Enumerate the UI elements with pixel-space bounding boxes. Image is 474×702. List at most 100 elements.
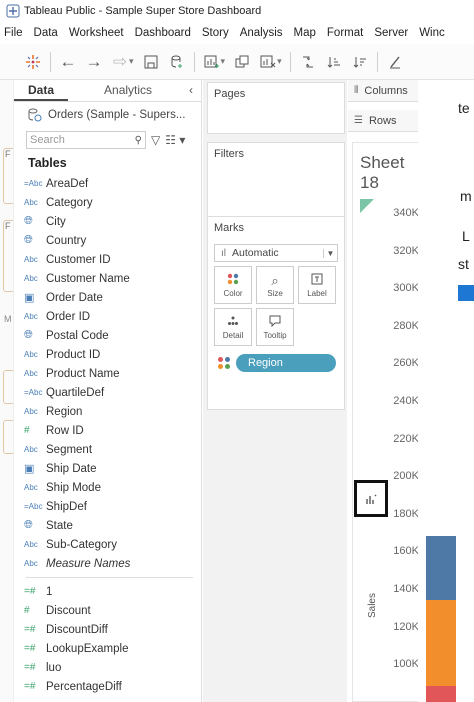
field-name: State xyxy=(46,519,73,532)
field-item[interactable]: Abc Ship Mode xyxy=(14,478,201,497)
data-pane: Data Analytics ‹ Orders (Sample - Supers… xyxy=(14,80,202,702)
redo-dropdown-icon[interactable]: ▾ xyxy=(129,56,134,67)
field-item[interactable]: Abc Product ID xyxy=(14,345,201,364)
field-item[interactable]: =# luo xyxy=(14,658,201,677)
field-item[interactable]: Abc Category xyxy=(14,193,201,212)
region-color-row: Region xyxy=(208,346,344,372)
field-item[interactable]: Abc Customer ID xyxy=(14,250,201,269)
datasource-name: Orders (Sample - Supers... xyxy=(48,109,186,121)
collapse-pane-icon[interactable]: ‹ xyxy=(189,80,201,101)
back-arrow-icon[interactable]: ← xyxy=(55,48,81,76)
filter-funnel-icon[interactable]: ▽ xyxy=(151,133,160,147)
field-item[interactable]: ▣ Order Date xyxy=(14,288,201,307)
left-dashboard-edge: F F M xyxy=(0,80,14,702)
field-name: luo xyxy=(46,661,62,674)
menu-analysis[interactable]: Analysis xyxy=(240,27,283,39)
menu-server[interactable]: Server xyxy=(374,27,408,39)
new-datasource-icon[interactable] xyxy=(164,48,190,76)
dimension-list: =Abc AreaDef Abc Category 🌐︎ City 🌐︎ Country Abc… xyxy=(14,174,201,573)
bar-segment-red[interactable] xyxy=(426,686,456,702)
sort-ascending-icon[interactable] xyxy=(321,48,347,76)
tab-data[interactable]: Data xyxy=(14,80,69,101)
menu-worksheet[interactable]: Worksheet xyxy=(69,27,124,39)
toolbar: ← → ⇨ ▾ ▾ ▾ xyxy=(0,44,474,80)
edge-tab xyxy=(3,420,13,454)
menu-story[interactable]: Story xyxy=(202,27,229,39)
field-name: PercentageDiff xyxy=(46,680,122,693)
pages-title: Pages xyxy=(214,88,246,100)
bar-segment-blue[interactable] xyxy=(426,536,456,600)
label-label: Label xyxy=(307,288,327,298)
tooltip-button[interactable]: Tooltip xyxy=(256,308,294,346)
hash-type-icon: # xyxy=(24,425,30,436)
save-icon[interactable] xyxy=(138,48,164,76)
field-item[interactable]: =# PercentageDiff xyxy=(14,677,201,696)
field-item[interactable]: =# 1 xyxy=(14,582,201,601)
field-item[interactable]: 🌐︎ State xyxy=(14,516,201,535)
label-icon xyxy=(311,273,323,289)
field-item[interactable]: 🌐︎ Postal Code xyxy=(14,326,201,345)
field-item[interactable]: =# LookupExample xyxy=(14,639,201,658)
overflow-text: te xyxy=(458,100,470,116)
detail-button[interactable]: Detail xyxy=(214,308,252,346)
region-pill[interactable]: Region xyxy=(236,354,336,372)
field-item[interactable]: Abc Region xyxy=(14,402,201,421)
field-item[interactable]: 🌐︎ City xyxy=(14,212,201,231)
y-axis-tick-label: 140K xyxy=(393,583,419,595)
tables-heading: Tables xyxy=(28,156,67,170)
field-item[interactable]: =Abc AreaDef xyxy=(14,174,201,193)
field-item[interactable]: =Abc QuartileDef xyxy=(14,383,201,402)
tableau-logo-icon[interactable] xyxy=(20,48,46,76)
menu-dashboard[interactable]: Dashboard xyxy=(135,27,191,39)
search-input[interactable]: Search ⚲ xyxy=(26,131,146,149)
field-item[interactable]: Abc Sub-Category xyxy=(14,535,201,554)
edge-tab: F xyxy=(3,148,13,204)
field-item[interactable]: =Abc ShipDef xyxy=(14,497,201,516)
field-item[interactable]: Abc Measure Names xyxy=(14,554,201,573)
field-item[interactable]: =# DiscountDiff xyxy=(14,620,201,639)
pages-shelf[interactable]: Pages xyxy=(207,82,345,134)
menu-window[interactable]: Winc xyxy=(419,27,445,39)
columns-label: Columns xyxy=(364,84,408,97)
field-item[interactable]: Abc Order ID xyxy=(14,307,201,326)
menu-format[interactable]: Format xyxy=(327,27,363,39)
swap-rows-columns-icon[interactable] xyxy=(295,48,321,76)
highlight-pen-icon[interactable] xyxy=(382,48,408,76)
globe-type-icon: 🌐︎ xyxy=(24,519,33,531)
menu-data[interactable]: Data xyxy=(34,27,58,39)
datasource-item[interactable]: Orders (Sample - Supers... xyxy=(14,102,201,128)
hash-calc-type-icon: =# xyxy=(24,662,36,673)
tab-analytics[interactable]: Analytics xyxy=(90,80,166,101)
mark-type-dropdown[interactable]: ıl Automatic ▼ xyxy=(214,244,338,262)
field-name: Measure Names xyxy=(46,557,131,570)
color-button[interactable]: Color xyxy=(214,266,252,304)
field-name: City xyxy=(46,215,66,228)
label-button[interactable]: Label xyxy=(298,266,336,304)
field-item[interactable]: 🌐︎ Country xyxy=(14,231,201,250)
field-item[interactable]: Abc Segment xyxy=(14,440,201,459)
show-me-highlight-icon[interactable] xyxy=(354,480,388,517)
abc-type-icon: Abc xyxy=(24,369,38,378)
globe-type-icon: 🌐︎ xyxy=(24,329,33,341)
y-axis-tick-label: 160K xyxy=(393,545,419,558)
clear-sheet-dropdown-icon[interactable]: ▾ xyxy=(277,56,282,67)
field-item[interactable]: # Row ID xyxy=(14,421,201,440)
overflow-text: L xyxy=(462,228,470,244)
y-axis-tick-label: 260K xyxy=(393,357,419,370)
rows-label: Rows xyxy=(368,114,397,127)
bar-segment-orange[interactable] xyxy=(426,600,456,686)
duplicate-sheet-icon[interactable] xyxy=(229,48,255,76)
field-item[interactable]: ▣ Ship Date xyxy=(14,459,201,478)
size-button[interactable]: ⌕ Size xyxy=(256,266,294,304)
menu-file[interactable]: File xyxy=(4,27,23,39)
field-item[interactable]: Abc Customer Name xyxy=(14,269,201,288)
field-item[interactable]: Abc Product Name xyxy=(14,364,201,383)
view-options-icon[interactable]: ☷ ▾ xyxy=(165,133,185,147)
menu-bar: File Data Worksheet Dashboard Story Anal… xyxy=(0,22,474,44)
sort-descending-icon[interactable] xyxy=(347,48,373,76)
field-item[interactable]: # Discount xyxy=(14,601,201,620)
menu-map[interactable]: Map xyxy=(294,27,316,39)
forward-arrow-icon[interactable]: → xyxy=(81,48,107,76)
abc-calc-type-icon: =Abc xyxy=(24,179,43,188)
new-worksheet-dropdown-icon[interactable]: ▾ xyxy=(221,56,226,67)
